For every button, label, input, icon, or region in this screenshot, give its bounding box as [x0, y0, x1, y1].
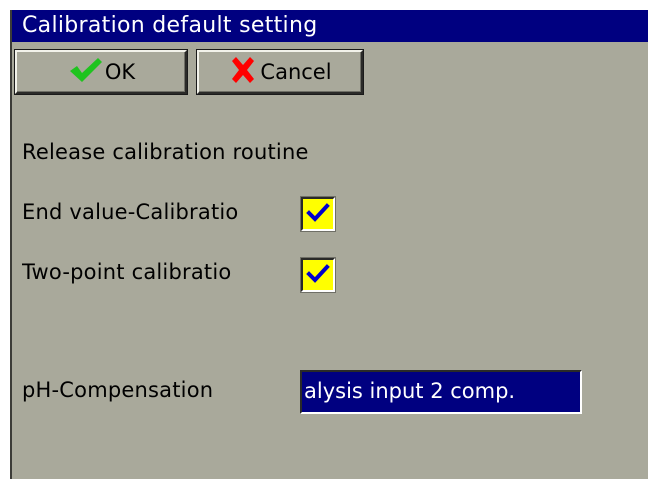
ph-compensation-label: pH-Compensation: [22, 378, 214, 402]
checkmark-icon: [306, 203, 330, 222]
release-calibration-heading: Release calibration routine: [22, 140, 309, 164]
green-checkmark-icon: [67, 55, 103, 90]
cancel-button-label: Cancel: [260, 60, 332, 84]
dialog-window: Calibration default setting OK Cancel Re…: [10, 10, 648, 479]
ph-compensation-select[interactable]: alysis input 2 comp.: [300, 370, 582, 414]
red-x-icon: [228, 55, 258, 90]
end-value-calibration-label: End value-Calibratio: [22, 200, 239, 224]
ok-button[interactable]: OK: [15, 50, 187, 94]
checkmark-icon: [306, 264, 330, 283]
end-value-calibration-checkbox[interactable]: [301, 197, 335, 231]
cancel-button[interactable]: Cancel: [197, 50, 363, 94]
two-point-calibration-checkbox[interactable]: [301, 258, 335, 292]
ph-compensation-value: alysis input 2 comp.: [304, 379, 516, 403]
ok-button-label: OK: [104, 60, 136, 84]
window-title: Calibration default setting: [12, 10, 648, 42]
two-point-calibration-label: Two-point calibratio: [22, 260, 232, 284]
